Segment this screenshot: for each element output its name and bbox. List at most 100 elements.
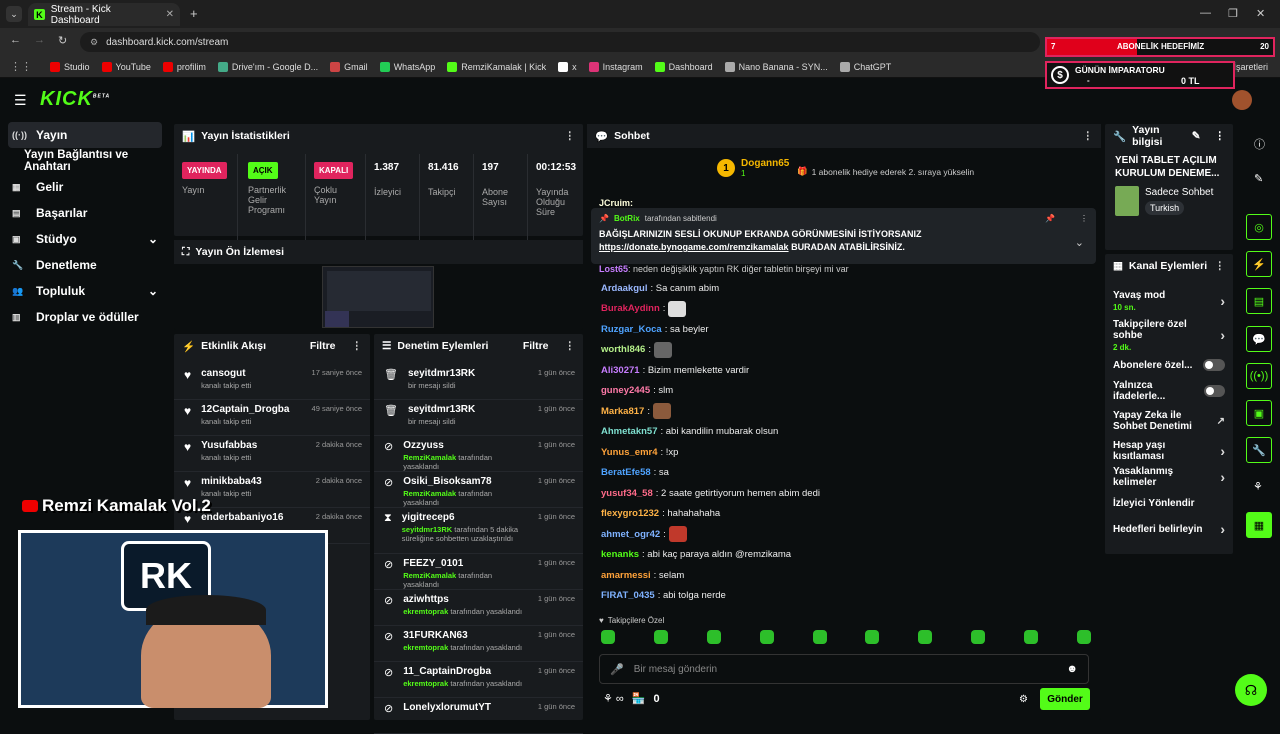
moderation-target[interactable]: 11_CaptainDrogba xyxy=(403,666,522,677)
chat-username[interactable]: Ruzgar_Koca xyxy=(601,324,662,335)
top-gifter[interactable]: 1 Dogann65 1 xyxy=(717,158,789,178)
channel-action[interactable]: İzleyici Yönlendir xyxy=(1105,490,1233,516)
moderation-target[interactable]: seyitdmr13RK xyxy=(408,368,475,379)
bookmark-item[interactable]: Studio xyxy=(50,61,90,72)
toggle-switch[interactable] xyxy=(1203,385,1225,397)
pinned-link[interactable]: https://donate.bynogame.com/remzikamalak xyxy=(599,242,789,252)
bookmark-item[interactable]: Drive'ım - Google D... xyxy=(217,61,318,72)
sidebar-item[interactable]: ▥ Droplar ve ödüller xyxy=(0,304,170,330)
moderation-actor[interactable]: ekremtoprak xyxy=(403,679,448,688)
chat-username[interactable]: yusuf34_58 xyxy=(601,488,653,499)
bookmarks-all[interactable]: İşaretleri xyxy=(1233,62,1268,72)
chat-username[interactable]: kenanks xyxy=(601,549,639,560)
channel-action[interactable]: Yapay Zeka ile Sohbet Denetimi ↗ xyxy=(1105,404,1233,438)
moderation-target[interactable]: seyitdmr13RK xyxy=(408,404,475,415)
tab-list-icon[interactable]: ⌄ xyxy=(6,6,22,22)
bookmark-item[interactable]: Nano Banana - SYN... xyxy=(724,61,828,72)
forward-icon[interactable]: → xyxy=(34,34,45,46)
maximize-icon[interactable]: ❐ xyxy=(1228,7,1238,20)
moderation-actor[interactable]: RemziKamalak xyxy=(403,453,456,462)
chat-menu-icon[interactable]: ⋮ xyxy=(1083,130,1094,142)
moderation-actor[interactable]: ekremtoprak xyxy=(403,643,448,652)
channel-actions-menu-icon[interactable]: ⋮ xyxy=(1215,260,1226,272)
channel-action[interactable]: Yavaş mod 10 sn. › xyxy=(1105,284,1233,318)
chat-settings-icon[interactable]: ⚙ xyxy=(1019,694,1028,705)
pinned-menu-icon[interactable]: ⋮ xyxy=(1080,214,1088,223)
bookmark-item[interactable]: Dashboard xyxy=(654,61,713,72)
channel-action[interactable]: Hedefleri belirleyin › xyxy=(1105,516,1233,542)
channel-action[interactable]: Hesap yaşı kısıtlaması › xyxy=(1105,438,1233,464)
chat-username[interactable]: Ali30271 xyxy=(601,365,640,376)
category-name[interactable]: Sadece Sohbet xyxy=(1145,187,1213,198)
chat-username[interactable]: guney2445 xyxy=(601,385,650,396)
close-window-icon[interactable]: ✕ xyxy=(1256,7,1265,20)
moderation-target[interactable]: yigitrecep6 xyxy=(402,512,528,523)
sidebar-item[interactable]: 🔧 Denetleme xyxy=(0,252,170,278)
chat-username[interactable]: BeratEfe58 xyxy=(601,467,651,478)
bookmark-item[interactable]: YouTube xyxy=(101,61,151,72)
sidebar-item[interactable]: 👥 Topluluk ⌄ xyxy=(0,278,170,304)
emoji-icon[interactable]: ☻ xyxy=(1066,663,1078,675)
chat-username[interactable]: BurakAydinn xyxy=(601,303,660,314)
back-icon[interactable]: ← xyxy=(10,34,21,46)
bookmark-item[interactable]: Instagram xyxy=(588,61,643,72)
site-info-icon[interactable]: ⚙ xyxy=(90,37,98,48)
kick-logo[interactable]: KICKBETA xyxy=(40,88,110,111)
chat-username[interactable]: Marka817 xyxy=(601,406,644,417)
stats-menu-icon[interactable]: ⋮ xyxy=(565,130,576,142)
moderation-target[interactable]: LonelyxlorumutYT xyxy=(403,702,491,713)
sidebar-item[interactable]: ▦ Gelir xyxy=(0,174,170,200)
activity-menu-icon[interactable]: ⋮ xyxy=(352,340,363,352)
menu-icon[interactable]: ☰ xyxy=(14,92,27,109)
chat-username[interactable]: Yunus_emr4 xyxy=(601,447,658,458)
rail-green-icon[interactable]: ▦ xyxy=(1246,512,1272,538)
activity-user[interactable]: Yusufabbas xyxy=(201,440,257,451)
emote-icon[interactable] xyxy=(1076,630,1091,644)
moderation-actor[interactable]: RemziKamalak xyxy=(403,489,456,498)
chat-username[interactable]: amarmessi xyxy=(601,570,651,581)
rail-doc-icon[interactable]: ▤ xyxy=(1246,288,1272,314)
chat-username[interactable]: flexygro1232 xyxy=(601,508,659,519)
emote-icon[interactable] xyxy=(653,630,668,644)
chat-input[interactable]: 🎤 Bir mesaj gönderin ☻ xyxy=(599,654,1089,684)
stream-preview-video[interactable] xyxy=(322,266,434,328)
rail-wrench-icon[interactable]: 🔧 xyxy=(1246,437,1272,463)
moderation-filter-button[interactable]: Filtre xyxy=(523,340,549,352)
emote-icon[interactable] xyxy=(706,630,721,644)
moderation-target[interactable]: Ozzyuss xyxy=(403,440,528,451)
emote-icon[interactable] xyxy=(812,630,827,644)
chat-username[interactable]: worthl846 xyxy=(601,344,645,355)
url-field[interactable]: ⚙ dashboard.kick.com/stream xyxy=(80,32,1040,52)
activity-filter-button[interactable]: Filtre xyxy=(310,340,336,352)
browser-tab[interactable]: K Stream - Kick Dashboard ✕ xyxy=(28,3,180,26)
apps-icon[interactable]: ⋮⋮ xyxy=(10,60,32,73)
moderation-target[interactable]: 31FURKAN63 xyxy=(403,630,522,641)
activity-user[interactable]: enderbabaniyo16 xyxy=(201,512,283,523)
channel-action[interactable]: Takipçilere özel sohbe 2 dk. › xyxy=(1105,318,1233,352)
minimize-icon[interactable]: — xyxy=(1200,7,1211,19)
moderation-actor[interactable]: ekremtoprak xyxy=(403,607,448,616)
avatar[interactable] xyxy=(1232,90,1252,110)
emote-icon[interactable] xyxy=(1024,630,1038,644)
sidebar-item[interactable]: ▤ Başarılar xyxy=(0,200,170,226)
edit-info-icon[interactable]: ✎ xyxy=(1192,130,1201,142)
bookmark-item[interactable]: Gmail xyxy=(330,61,368,72)
emote-icon[interactable] xyxy=(918,630,933,644)
emote-icon[interactable] xyxy=(865,630,880,644)
bookmark-item[interactable]: RemziKamalak | Kick xyxy=(447,61,546,72)
support-icon[interactable]: ☊ xyxy=(1235,674,1267,706)
moderation-target[interactable]: aziwhttps xyxy=(403,594,522,605)
store-icon[interactable]: 🏪 xyxy=(632,692,646,705)
toggle-switch[interactable] xyxy=(1203,359,1225,371)
send-button[interactable]: Gönder xyxy=(1040,688,1090,710)
rail-points-icon[interactable]: ⚘ xyxy=(1253,480,1263,493)
rail-clip-icon[interactable]: ◎ xyxy=(1246,214,1272,240)
emote-icon[interactable] xyxy=(971,630,986,644)
chat-username[interactable]: Ahmetakn57 xyxy=(601,426,658,437)
mic-icon[interactable]: 🎤 xyxy=(610,663,624,676)
bookmark-item[interactable]: WhatsApp xyxy=(379,61,435,72)
moderation-target[interactable]: Osiki_Bisoksam78 xyxy=(403,476,528,487)
rail-chat-icon[interactable]: 💬 xyxy=(1246,326,1272,352)
chat-username[interactable]: ahmet_ogr42 xyxy=(601,529,660,540)
rail-store-icon[interactable]: ▣ xyxy=(1246,400,1272,426)
